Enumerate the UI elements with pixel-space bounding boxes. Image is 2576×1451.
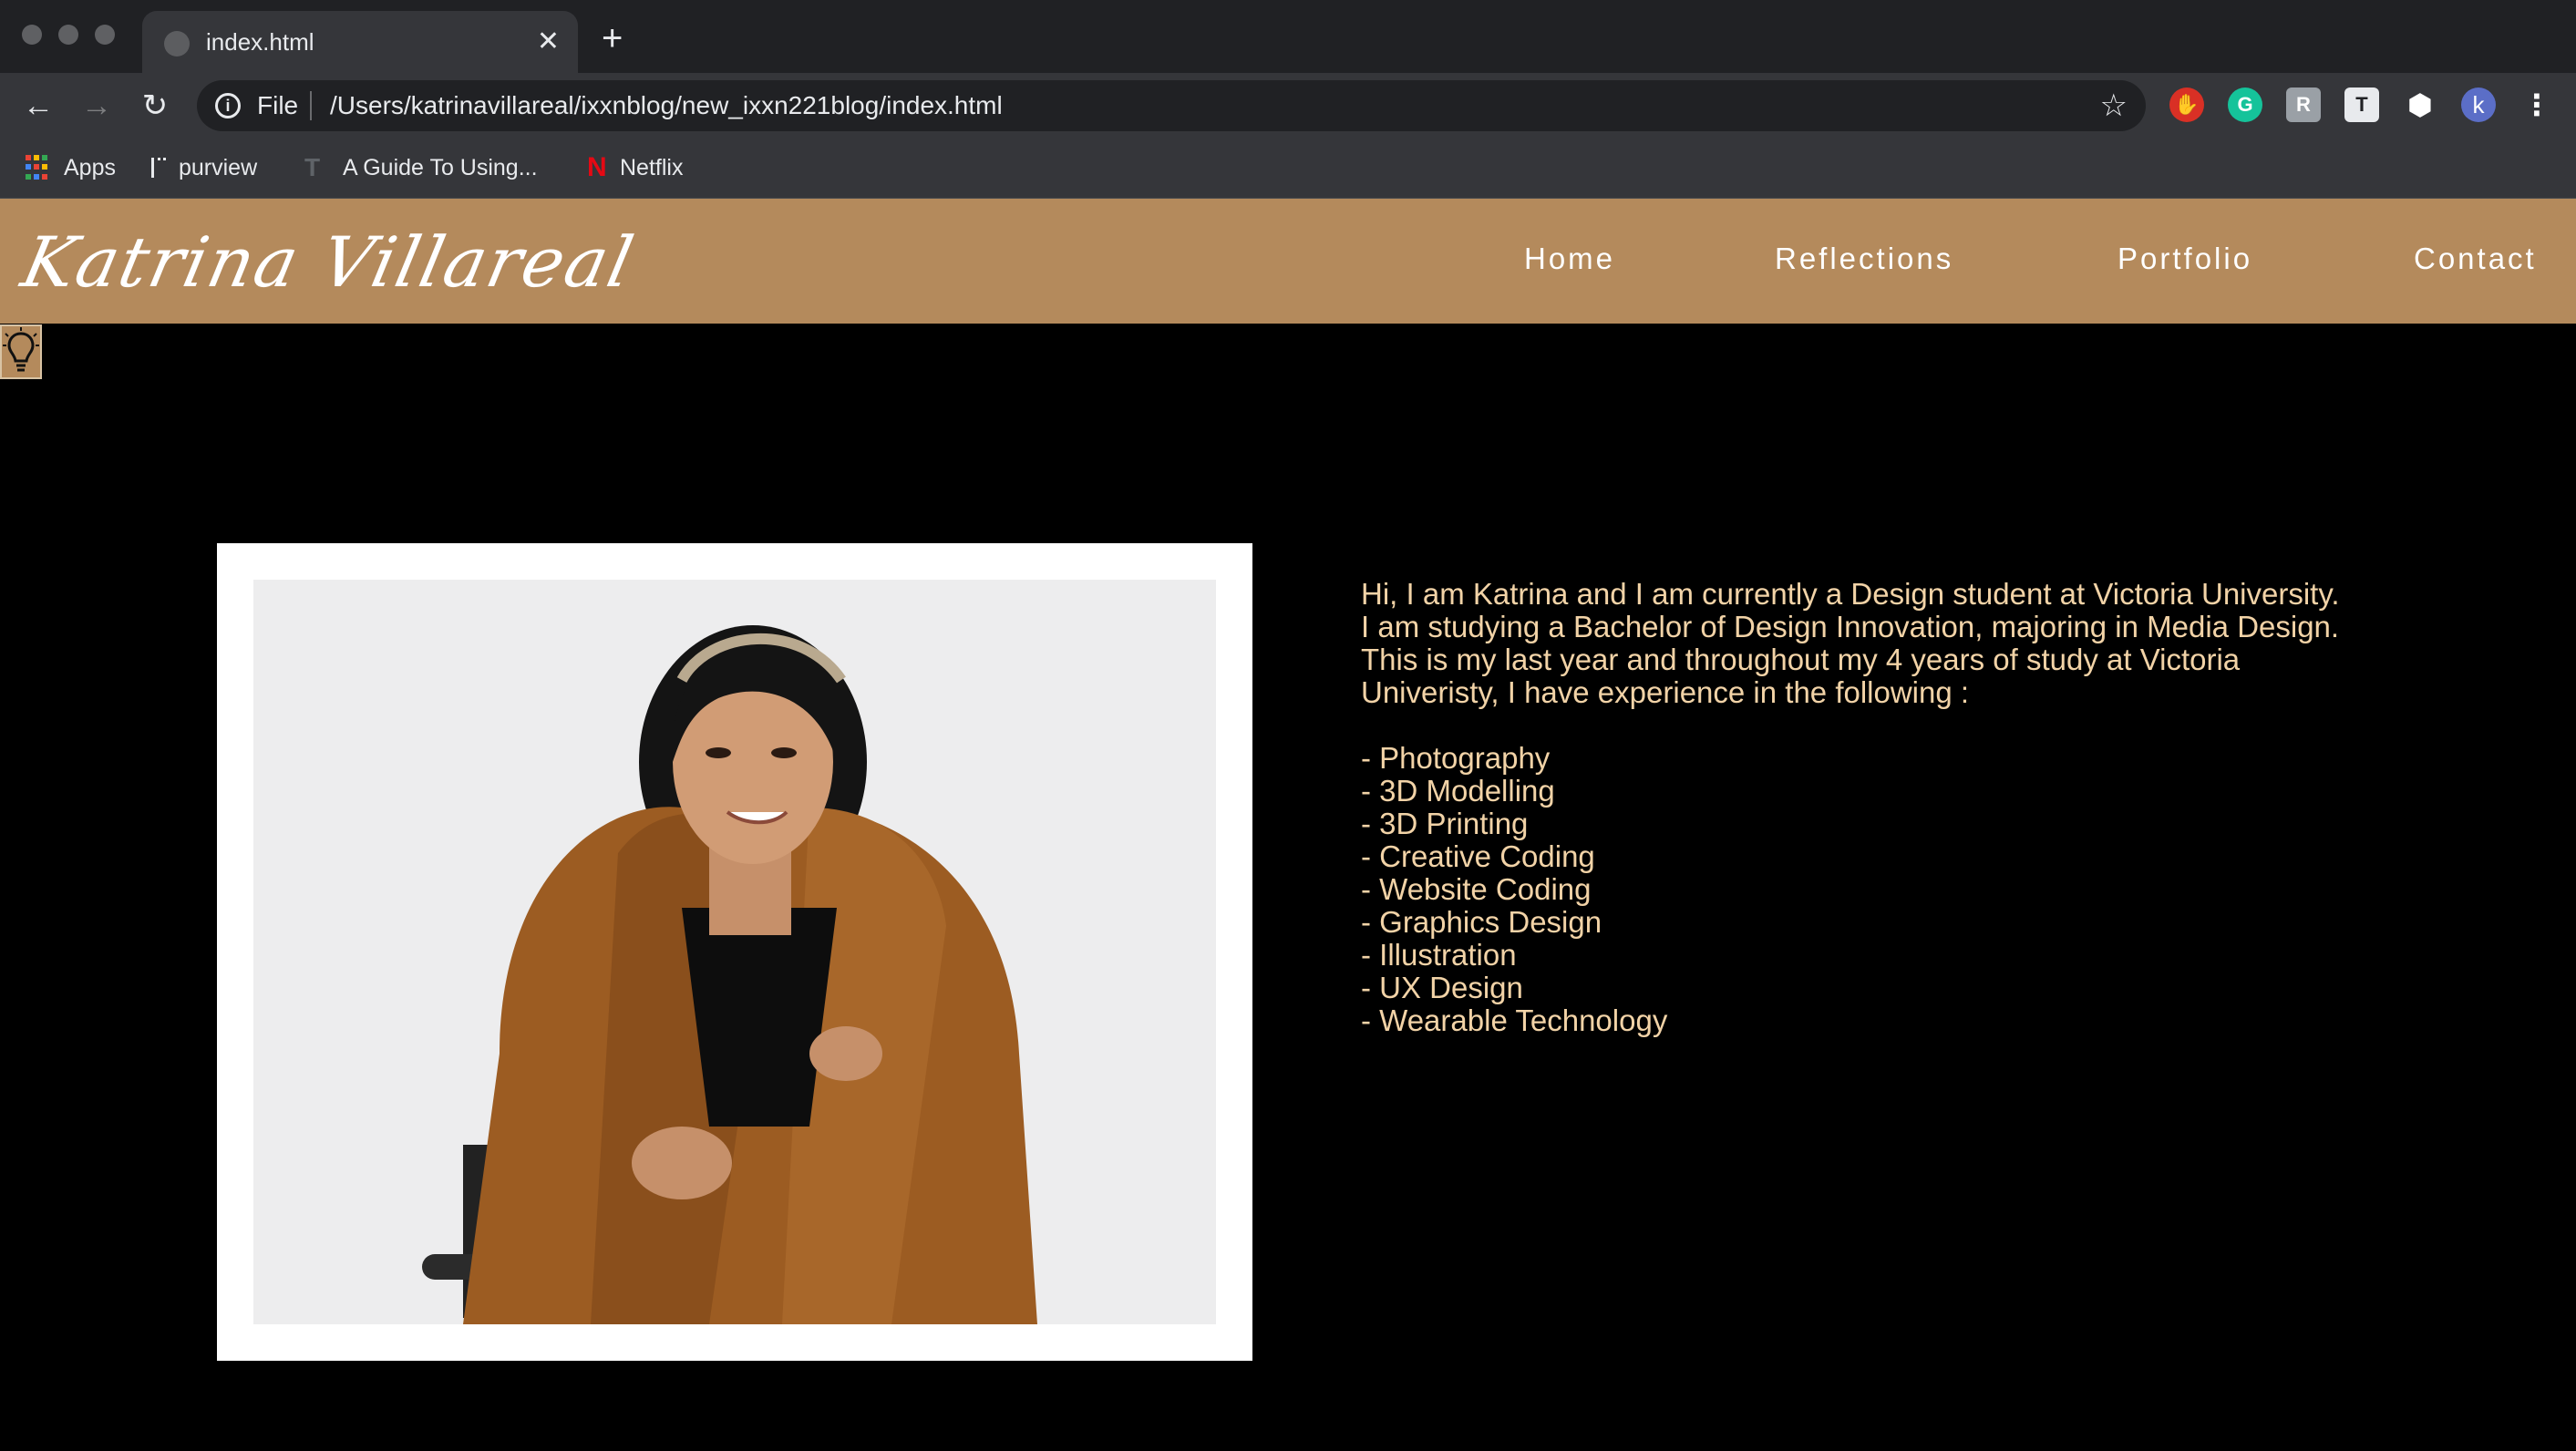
site-logo[interactable]: Katrina Villareal <box>15 219 643 306</box>
globe-icon <box>164 31 190 57</box>
address-separator <box>310 91 312 120</box>
reload-icon[interactable]: ↻ <box>135 86 175 126</box>
skill-item: - Website Coding <box>1361 872 1592 906</box>
bookmarks-bar: Apps purview T A Guide To Using... N Net… <box>0 139 2576 199</box>
profile-avatar[interactable]: k <box>2461 87 2496 122</box>
bookmark-apps[interactable]: Apps <box>26 151 116 184</box>
skill-item: - UX Design <box>1361 971 1523 1004</box>
info-icon[interactable]: i <box>215 93 241 118</box>
skill-item: - Graphics Design <box>1361 905 1602 939</box>
skill-item: - 3D Modelling <box>1361 774 1555 808</box>
address-url[interactable]: /Users/katrinavillareal/ixxnblog/new_ixx… <box>330 91 1003 120</box>
site-header: Katrina Villareal Home Reflections Portf… <box>0 199 2576 324</box>
tab-close-icon[interactable]: ✕ <box>537 27 560 57</box>
netflix-icon: N <box>587 152 607 182</box>
bookmark-guide[interactable]: T A Guide To Using... <box>304 151 538 184</box>
lightbulb-icon[interactable] <box>0 324 42 379</box>
bookmark-purview[interactable]: purview <box>151 151 257 184</box>
address-scheme: File <box>257 91 299 119</box>
nav-contact[interactable]: Contact <box>2414 241 2537 277</box>
window-zoom-button[interactable] <box>95 25 115 45</box>
skill-item: - Creative Coding <box>1361 839 1595 873</box>
apps-grid-icon <box>26 155 51 180</box>
browser-toolbar: ← → ↻ i File /Users/katrinavillareal/ixx… <box>0 73 2576 139</box>
extension-r-icon[interactable]: R <box>2286 87 2321 122</box>
browser-tab-active[interactable]: index.html ✕ <box>142 11 578 75</box>
skill-item: - Wearable Technology <box>1361 1003 1668 1037</box>
nav-home[interactable]: Home <box>1524 241 1615 277</box>
skill-item: - 3D Printing <box>1361 807 1529 840</box>
bio-line: I am studying a Bachelor of Design Innov… <box>1361 610 2340 643</box>
profile-photo-frame <box>217 543 1252 1361</box>
tab-title: index.html <box>206 28 314 56</box>
nav-reflections[interactable]: Reflections <box>1775 241 1953 277</box>
skills-list: - Photography - 3D Modelling - 3D Printi… <box>1361 742 2400 1037</box>
new-tab-button[interactable]: + <box>602 20 623 57</box>
bookmark-label: Netflix <box>620 154 684 180</box>
back-arrow-icon[interactable]: ← <box>18 86 58 126</box>
bio-line: Hi, I am Katrina and I am currently a De… <box>1361 577 2340 611</box>
skill-item: - Photography <box>1361 741 1551 775</box>
purview-icon <box>151 158 166 178</box>
grammarly-icon[interactable]: G <box>2228 87 2262 122</box>
nav-portfolio[interactable]: Portfolio <box>2117 241 2252 277</box>
puzzle-extensions-icon[interactable]: ⬢ <box>2403 87 2437 122</box>
window-close-button[interactable] <box>22 25 42 45</box>
menu-kebab-icon[interactable]: ⋮ <box>2519 87 2554 122</box>
window-minimize-button[interactable] <box>58 25 78 45</box>
bio-line: Univeristy, I have experience in the fol… <box>1361 675 1970 709</box>
bio-line: This is my last year and throughout my 4… <box>1361 643 2241 676</box>
extension-t-icon[interactable]: T <box>2344 87 2379 122</box>
forward-arrow-icon[interactable]: → <box>77 86 117 126</box>
t-logo-icon: T <box>304 153 321 181</box>
address-bar[interactable]: i File /Users/katrinavillareal/ixxnblog/… <box>197 80 2146 131</box>
adblock-hand-icon[interactable]: ✋ <box>2169 87 2204 122</box>
bookmark-star-icon[interactable]: ☆ <box>2100 87 2128 124</box>
bookmark-label: A Guide To Using... <box>343 154 538 180</box>
bookmark-label: purview <box>179 154 258 180</box>
profile-photo <box>253 580 1216 1324</box>
browser-tab-strip: index.html ✕ + <box>0 0 2576 75</box>
bookmark-label: Apps <box>64 154 116 180</box>
bookmark-netflix[interactable]: N Netflix <box>587 151 683 184</box>
bio-section: Hi, I am Katrina and I am currently a De… <box>1361 578 2400 1037</box>
skill-item: - Illustration <box>1361 938 1517 972</box>
